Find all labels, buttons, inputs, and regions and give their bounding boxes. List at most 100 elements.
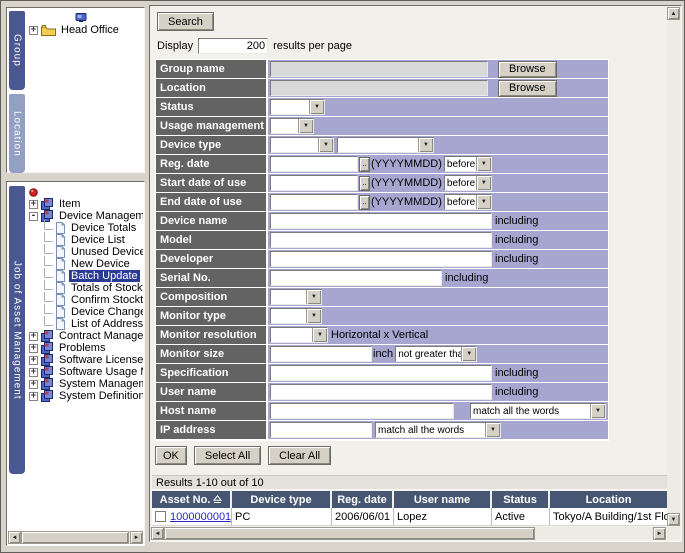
column-header-label: Asset No. — [160, 494, 211, 506]
monitor-size-input[interactable] — [270, 346, 372, 362]
select-all-button[interactable]: Select All — [194, 446, 261, 465]
tree-item-contract-management[interactable]: +Contract Management — [27, 330, 143, 342]
sort-ascending-icon — [213, 495, 222, 504]
monitor-resolution-select[interactable]: ▼ — [270, 327, 328, 343]
user-name-input[interactable] — [270, 384, 492, 400]
group-name-input[interactable] — [270, 61, 488, 77]
location-browse-button[interactable]: Browse — [498, 80, 557, 97]
dropdown-arrow-icon[interactable]: ▼ — [476, 176, 491, 190]
tree-expander[interactable]: + — [29, 356, 38, 365]
dropdown-arrow-icon[interactable]: ▼ — [476, 157, 491, 171]
end-date-of-use-input[interactable] — [270, 194, 358, 210]
form-field-device-type: ▼▼ — [268, 136, 608, 154]
dropdown-arrow-icon[interactable]: ▼ — [312, 328, 327, 342]
device-name-input[interactable] — [270, 213, 492, 229]
column-header-user-name[interactable]: User name — [394, 491, 490, 508]
scroll-right-icon[interactable]: ► — [653, 527, 666, 540]
tree-expander[interactable]: + — [29, 344, 38, 353]
column-header-location[interactable]: Location — [550, 491, 667, 508]
ok-button[interactable]: OK — [155, 446, 187, 465]
column-header-device-type[interactable]: Device type — [232, 491, 330, 508]
scroll-right-icon[interactable]: ► — [130, 531, 143, 544]
dropdown-arrow-icon[interactable]: ▼ — [306, 290, 321, 304]
dropdown-arrow-icon[interactable]: ▼ — [461, 347, 476, 361]
column-header-status[interactable]: Status — [492, 491, 548, 508]
dropdown-arrow-icon[interactable]: ▼ — [590, 404, 605, 418]
ip-address-input[interactable] — [270, 422, 372, 438]
page-icon — [55, 234, 66, 246]
specification-input[interactable] — [270, 365, 492, 381]
reg-date-input[interactable] — [270, 156, 358, 172]
asset-link[interactable]: 1000000001 — [170, 511, 231, 523]
tree-expander[interactable]: + — [29, 368, 38, 377]
start-date-of-use-select[interactable]: before▼ — [444, 175, 492, 191]
group-name-browse-button[interactable]: Browse — [498, 61, 557, 78]
tree-expander[interactable]: - — [29, 212, 38, 221]
end-date-of-use-date-picker-button[interactable]: .. — [359, 195, 370, 210]
dropdown-arrow-icon[interactable]: ▼ — [476, 195, 491, 209]
display-count-input[interactable] — [198, 38, 268, 54]
start-date-of-use-input[interactable] — [270, 175, 358, 191]
tree-item-software-usage-managem[interactable]: +Software Usage Managem — [27, 366, 143, 378]
monitor-size-suffix-label: inch — [373, 348, 393, 360]
composition-select[interactable]: ▼ — [270, 289, 322, 305]
dropdown-arrow-icon[interactable]: ▼ — [298, 119, 313, 133]
dropdown-arrow-icon[interactable]: ▼ — [418, 138, 433, 152]
device-type-select-2[interactable]: ▼ — [337, 137, 434, 153]
form-label-device-type: Device type — [156, 136, 266, 154]
scroll-down-icon[interactable]: ▼ — [667, 513, 680, 526]
monitor-size-select[interactable]: not greater than▼ — [395, 346, 477, 362]
tree-item-list-of-address-in-use[interactable]: List of Address in Use — [27, 318, 143, 330]
tree-item-problems[interactable]: +Problems — [27, 342, 143, 354]
serial-no-input[interactable] — [270, 270, 442, 286]
status-select[interactable]: ▼ — [270, 99, 325, 115]
reg-date-date-picker-button[interactable]: .. — [359, 157, 370, 172]
column-header-reg-date[interactable]: Reg. date — [332, 491, 392, 508]
scroll-left-icon[interactable]: ◄ — [8, 531, 21, 544]
tab-location[interactable]: Location — [9, 94, 25, 173]
tree-item-head-office[interactable]: +Head Office — [27, 24, 143, 36]
tab-job-of-asset-management[interactable]: Job of Asset Management — [9, 186, 25, 474]
tree-expander[interactable]: + — [29, 392, 38, 401]
device-type-select[interactable]: ▼ — [270, 137, 334, 153]
results-header-row: Asset No. Device typeReg. dateUser nameSt… — [152, 491, 667, 508]
dropdown-arrow-icon[interactable]: ▼ — [318, 138, 333, 152]
tree-item-system-definition[interactable]: +System Definition — [27, 390, 143, 402]
location-input[interactable] — [270, 80, 488, 96]
usage-management-select[interactable]: ▼ — [270, 118, 314, 134]
clear-all-button[interactable]: Clear All — [268, 446, 331, 465]
tree-expander[interactable]: + — [29, 200, 38, 209]
host-name-select[interactable]: match all the words▼ — [470, 403, 606, 419]
tree-expander[interactable]: + — [29, 332, 38, 341]
column-header-asset-no[interactable]: Asset No. — [152, 491, 230, 508]
start-date-of-use-date-picker-button[interactable]: .. — [359, 176, 370, 191]
reg-date-select[interactable]: before▼ — [444, 156, 492, 172]
row-checkbox[interactable] — [155, 511, 166, 522]
search-button[interactable]: Search — [157, 12, 214, 31]
form-field-group-name: Browse — [268, 60, 608, 78]
ip-address-select[interactable]: match all the words▼ — [375, 422, 501, 438]
scroll-thumb[interactable] — [164, 527, 535, 540]
dropdown-arrow-icon[interactable]: ▼ — [485, 423, 500, 437]
model-input[interactable] — [270, 232, 492, 248]
tree-expander[interactable]: + — [29, 26, 38, 35]
dropdown-arrow-icon[interactable]: ▼ — [309, 100, 324, 114]
book-icon — [41, 342, 54, 354]
scroll-up-icon[interactable]: ▲ — [667, 7, 680, 20]
end-date-of-use-select[interactable]: before▼ — [444, 194, 492, 210]
tree-item-item[interactable]: +Item — [27, 198, 143, 210]
job-tree-hscrollbar[interactable]: ◄ ► — [8, 531, 143, 544]
tab-group[interactable]: Group — [9, 11, 25, 90]
tree-item-label: Unused Device List — [69, 246, 143, 258]
tree-expander[interactable]: + — [29, 380, 38, 389]
monitor-type-select[interactable]: ▼ — [270, 308, 322, 324]
main-vscrollbar[interactable]: ▲ ▼ — [667, 7, 680, 526]
scroll-left-icon[interactable]: ◄ — [151, 527, 164, 540]
tree-item-system-management[interactable]: +System Management — [27, 378, 143, 390]
developer-input[interactable] — [270, 251, 492, 267]
results-hscrollbar[interactable]: ◄ ► — [151, 527, 666, 540]
host-name-input[interactable] — [270, 403, 454, 419]
dropdown-arrow-icon[interactable]: ▼ — [306, 309, 321, 323]
tree-item-software-license[interactable]: +Software License — [27, 354, 143, 366]
scroll-thumb[interactable] — [21, 531, 129, 544]
